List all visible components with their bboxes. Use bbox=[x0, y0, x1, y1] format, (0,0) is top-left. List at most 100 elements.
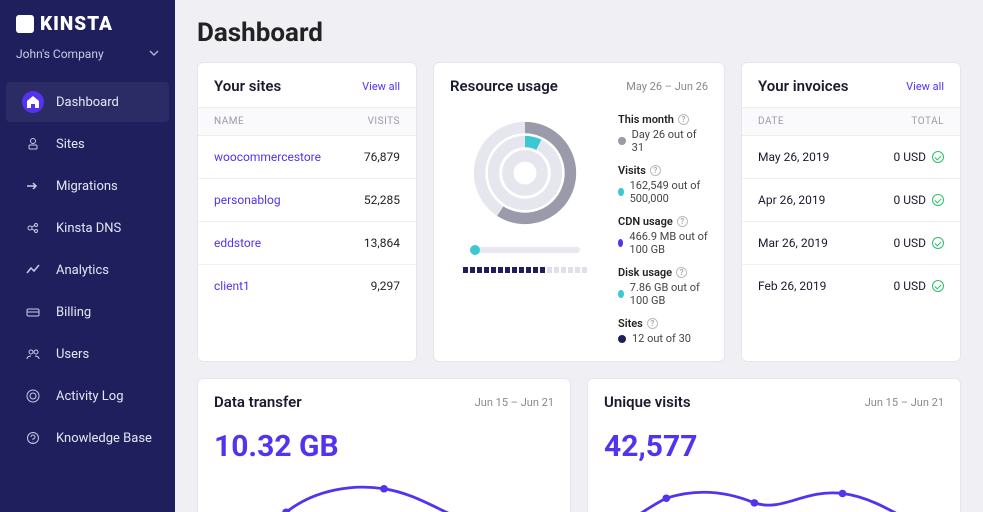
unique-visits-card: Unique visits Jun 15 – Jun 21 42,577 bbox=[587, 378, 961, 512]
nav-label: Sites bbox=[56, 137, 85, 152]
invoices-title: Your invoices bbox=[758, 77, 848, 95]
invoices-view-all-link[interactable]: View all bbox=[906, 80, 944, 93]
chevron-down-icon bbox=[149, 47, 159, 61]
nav-label: Analytics bbox=[56, 263, 109, 278]
invoice-date: Mar 26, 2019 bbox=[758, 236, 828, 250]
main-nav: Dashboard Sites Migrations Kinsta DNS An… bbox=[0, 75, 175, 459]
site-visits: 13,864 bbox=[364, 236, 400, 250]
col-visits: VISITS bbox=[368, 116, 400, 127]
nav-item-activity[interactable]: Activity Log bbox=[6, 376, 169, 416]
metric-month: This month? Day 26 out of 31 bbox=[618, 113, 708, 154]
table-row[interactable]: May 26, 2019 0 USD bbox=[742, 136, 960, 179]
nav-item-analytics[interactable]: Analytics bbox=[6, 250, 169, 290]
invoice-total: 0 USD bbox=[893, 279, 926, 293]
metric-sites: Sites? 12 out of 30 bbox=[618, 317, 708, 345]
dot-icon bbox=[618, 137, 626, 145]
dot-icon bbox=[618, 188, 624, 196]
invoice-date: Feb 26, 2019 bbox=[758, 279, 826, 293]
check-icon bbox=[932, 237, 944, 249]
nav-label: Migrations bbox=[56, 179, 118, 194]
invoice-total: 0 USD bbox=[893, 150, 926, 164]
transfer-value: 10.32 GB bbox=[198, 423, 570, 464]
col-date: DATE bbox=[758, 116, 784, 127]
migrations-icon bbox=[26, 179, 40, 193]
table-row[interactable]: Feb 26, 2019 0 USD bbox=[742, 265, 960, 307]
help-icon[interactable]: ? bbox=[678, 114, 689, 125]
invoices-card: Your invoices View all DATE TOTAL May 26… bbox=[741, 62, 961, 362]
analytics-icon bbox=[26, 263, 40, 277]
nav-label: Activity Log bbox=[56, 389, 124, 404]
nav-item-users[interactable]: Users bbox=[6, 334, 169, 374]
unique-range: Jun 15 – Jun 21 bbox=[865, 396, 944, 409]
company-name: John's Company bbox=[16, 47, 104, 61]
invoice-date: Apr 26, 2019 bbox=[758, 193, 825, 207]
page-title: Dashboard bbox=[197, 18, 961, 48]
transfer-range: Jun 15 – Jun 21 bbox=[475, 396, 554, 409]
help-icon[interactable]: ? bbox=[677, 216, 688, 227]
nav-item-kb[interactable]: Knowledge Base bbox=[6, 418, 169, 458]
resource-range: May 26 – Jun 26 bbox=[626, 80, 708, 93]
resource-donut-icon bbox=[465, 113, 585, 233]
company-selector[interactable]: John's Company bbox=[0, 41, 175, 75]
transfer-chart-icon bbox=[198, 470, 570, 512]
dot-icon bbox=[618, 335, 626, 343]
resource-title: Resource usage bbox=[450, 77, 558, 95]
unique-value: 42,577 bbox=[588, 423, 960, 464]
site-link[interactable]: client1 bbox=[214, 279, 250, 293]
nav-item-billing[interactable]: Billing bbox=[6, 292, 169, 332]
nav-label: Kinsta DNS bbox=[56, 221, 121, 236]
kb-icon bbox=[26, 431, 40, 445]
resource-usage-card: Resource usage May 26 – Jun 26 bbox=[433, 62, 725, 362]
site-visits: 52,285 bbox=[364, 193, 400, 207]
site-visits: 76,879 bbox=[364, 150, 400, 164]
logo-mark-icon bbox=[16, 15, 34, 33]
data-transfer-card: Data transfer Jun 15 – Jun 21 10.32 GB bbox=[197, 378, 571, 512]
nav-item-migrations[interactable]: Migrations bbox=[6, 166, 169, 206]
table-row: client1 9,297 bbox=[198, 265, 416, 307]
brand-name: KINSTA bbox=[40, 12, 113, 35]
metric-disk: Disk usage? 7.86 GB out of 100 GB bbox=[618, 266, 708, 307]
table-row: woocommercestore 76,879 bbox=[198, 136, 416, 179]
nav-item-dashboard[interactable]: Dashboard bbox=[6, 82, 169, 122]
invoice-total: 0 USD bbox=[893, 193, 926, 207]
transfer-title: Data transfer bbox=[214, 393, 302, 411]
site-link[interactable]: eddstore bbox=[214, 236, 261, 250]
sites-icon bbox=[26, 137, 40, 151]
site-link[interactable]: personablog bbox=[214, 193, 281, 207]
help-icon[interactable]: ? bbox=[647, 318, 658, 329]
users-icon bbox=[26, 347, 40, 361]
home-icon bbox=[26, 95, 40, 109]
check-icon bbox=[932, 194, 944, 206]
table-row[interactable]: Mar 26, 2019 0 USD bbox=[742, 222, 960, 265]
col-total: TOTAL bbox=[911, 116, 944, 127]
main-content: Dashboard Your sites View all NAME VISIT… bbox=[175, 0, 983, 512]
sites-view-all-link[interactable]: View all bbox=[362, 80, 400, 93]
table-row: eddstore 13,864 bbox=[198, 222, 416, 265]
unique-chart-icon bbox=[588, 470, 960, 512]
unique-title: Unique visits bbox=[604, 393, 691, 411]
activity-icon bbox=[26, 389, 40, 403]
metric-visits: Visits? 162,549 out of 500,000 bbox=[618, 164, 708, 205]
sidebar: KINSTA John's Company Dashboard Sites Mi… bbox=[0, 0, 175, 512]
dot-icon bbox=[618, 290, 624, 298]
check-icon bbox=[932, 280, 944, 292]
nav-item-sites[interactable]: Sites bbox=[6, 124, 169, 164]
site-visits: 9,297 bbox=[371, 279, 400, 293]
col-name: NAME bbox=[214, 116, 244, 127]
sites-title: Your sites bbox=[214, 77, 281, 95]
table-row[interactable]: Apr 26, 2019 0 USD bbox=[742, 179, 960, 222]
metric-cdn: CDN usage? 466.9 MB out of 100 GB bbox=[618, 215, 708, 256]
nav-label: Dashboard bbox=[56, 95, 119, 110]
site-link[interactable]: woocommercestore bbox=[214, 150, 321, 164]
help-icon[interactable]: ? bbox=[676, 267, 687, 278]
invoice-date: May 26, 2019 bbox=[758, 150, 829, 164]
nav-label: Billing bbox=[56, 305, 91, 320]
dot-icon bbox=[618, 239, 623, 247]
billing-icon bbox=[26, 305, 40, 319]
disk-progress-bar bbox=[470, 247, 580, 253]
dns-icon bbox=[26, 221, 40, 235]
brand-logo[interactable]: KINSTA bbox=[0, 0, 175, 41]
sites-progress-strip bbox=[463, 267, 587, 273]
help-icon[interactable]: ? bbox=[650, 165, 661, 176]
nav-item-dns[interactable]: Kinsta DNS bbox=[6, 208, 169, 248]
